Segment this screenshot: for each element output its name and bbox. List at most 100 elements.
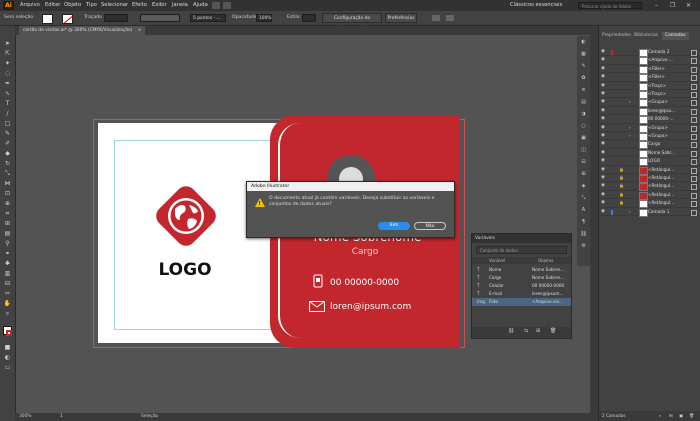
help-search-input[interactable]: Procurar ajuda do Adobe (578, 2, 642, 9)
screen-mode-icon[interactable]: ▭ (3, 364, 12, 372)
visibility-eye-icon[interactable]: ◉ (601, 182, 605, 190)
visibility-eye-icon[interactable]: ◉ (601, 82, 605, 90)
expand-arrow-icon[interactable]: › (629, 132, 631, 140)
variable-row[interactable]: T Celular 00 00000-0000 (472, 282, 571, 290)
visibility-eye-icon[interactable]: ◉ (601, 124, 605, 132)
target-icon[interactable] (691, 50, 697, 56)
target-icon[interactable] (691, 134, 697, 140)
variables-panel-icon[interactable]: ⚙ (580, 243, 587, 250)
delete-variable-icon[interactable]: 🗑 (550, 328, 556, 334)
arrange-documents-icon[interactable] (223, 2, 231, 9)
layer-row[interactable]: ◉ 🔒 <Retângul... (599, 191, 700, 200)
menu-efeito[interactable]: Efeito (132, 0, 147, 11)
pathfinder-panel-icon[interactable]: ◈ (580, 183, 587, 190)
layer-row[interactable]: ◉ 00 00000-... (599, 115, 700, 125)
menu-selecionar[interactable]: Selecionar (101, 0, 128, 11)
target-icon[interactable] (691, 92, 697, 98)
brushes-panel-icon[interactable]: ✎ (580, 63, 587, 70)
layer-row[interactable]: ◉ 🔒 <Retângul... (599, 199, 700, 209)
paintbrush-tool-icon[interactable]: ✎ (3, 130, 12, 138)
direct-selection-tool-icon[interactable]: ⇱ (3, 50, 12, 58)
locate-object-icon[interactable]: ⌕ (659, 411, 661, 421)
target-icon[interactable] (691, 108, 697, 115)
menu-arquivo[interactable]: Arquivo (20, 0, 40, 11)
close-window-icon[interactable]: ✕ (686, 0, 691, 11)
rectangle-tool-icon[interactable]: □ (3, 120, 12, 128)
expand-arrow-icon[interactable]: › (629, 98, 631, 106)
variables-tab[interactable]: Variáveis (472, 234, 571, 243)
graphic-style-select[interactable] (302, 14, 316, 22)
layer-row[interactable]: ◉ Cargo (599, 140, 700, 150)
expand-arrow-icon[interactable]: › (629, 124, 631, 132)
menu-exibir[interactable]: Exibir (152, 0, 167, 11)
paragraph-panel-icon[interactable]: ¶ (580, 219, 587, 226)
links-panel-icon[interactable]: ⛓ (580, 231, 587, 238)
visibility-eye-icon[interactable]: ◉ (601, 199, 605, 207)
lock-icon[interactable]: 🔒 (619, 174, 624, 182)
menu-janela[interactable]: Janela (172, 0, 188, 11)
minimize-icon[interactable]: – (655, 0, 658, 11)
variable-row[interactable]: T Cargo Nome Sobren... (472, 274, 571, 282)
visibility-eye-icon[interactable]: ◉ (601, 208, 605, 216)
target-icon[interactable] (691, 117, 697, 124)
transform-icon[interactable] (446, 15, 454, 21)
visibility-eye-icon[interactable]: ◉ (601, 157, 605, 165)
character-panel-icon[interactable]: A (580, 207, 587, 214)
blend-tool-icon[interactable]: ⚭ (3, 250, 12, 258)
variable-row[interactable]: T E-mail loren@ipsum... (472, 290, 571, 298)
layer-row[interactable]: ◉ › Camada 1 (599, 208, 700, 217)
layer-row[interactable]: ◉ Camada 2 (599, 48, 700, 57)
yes-button[interactable]: Sim (378, 222, 410, 230)
target-icon[interactable] (691, 167, 697, 174)
layer-row[interactable]: ◉ <Traço> (599, 90, 700, 99)
curvature-tool-icon[interactable]: ∿ (3, 90, 12, 98)
perspective-grid-tool-icon[interactable]: ⌗ (3, 210, 12, 218)
transparency-panel-icon[interactable]: ◑ (580, 111, 587, 118)
target-icon[interactable] (691, 201, 697, 208)
hand-tool-icon[interactable]: ✋ (3, 300, 12, 308)
variable-width-profile[interactable] (140, 14, 180, 22)
target-icon[interactable] (691, 125, 697, 132)
target-icon[interactable] (691, 209, 697, 216)
tab-libraries[interactable]: Bibliotecas (631, 32, 661, 40)
layer-row[interactable]: ◉ <Filler> (599, 73, 700, 83)
layer-row[interactable]: ◉ <Arquivo ... (599, 56, 700, 66)
lock-icon[interactable]: 🔒 (619, 191, 624, 199)
preferences-button[interactable]: Preferências (385, 13, 417, 23)
bridge-icon[interactable] (212, 2, 220, 9)
dataset-select[interactable]: Conjunto de dados (476, 246, 567, 254)
graphic-styles-panel-icon[interactable]: ▣ (580, 135, 587, 142)
target-icon[interactable] (691, 192, 697, 199)
drawing-mode-icon[interactable]: ◐ (3, 354, 12, 362)
menu-objeto[interactable]: Objeto (64, 0, 81, 11)
layer-row[interactable]: ◉ loren@ipsu... (599, 107, 700, 116)
new-layer-icon[interactable]: ▣ (679, 411, 683, 421)
brush-definition-select[interactable]: 5 pontos - ... (190, 14, 226, 22)
shape-builder-tool-icon[interactable]: ⊕ (3, 200, 12, 208)
appearance-panel-icon[interactable]: ○ (580, 123, 587, 130)
visibility-eye-icon[interactable]: ◉ (601, 48, 605, 56)
eyedropper-tool-icon[interactable]: ⚲ (3, 240, 12, 248)
layers-panel-icon[interactable]: ◫ (580, 147, 587, 154)
gradient-panel-icon[interactable]: ▤ (580, 99, 587, 106)
visibility-eye-icon[interactable]: ◉ (601, 140, 605, 148)
target-icon[interactable] (691, 159, 697, 166)
zoom-level[interactable]: 300% (19, 413, 32, 421)
stroke-color-icon[interactable] (6, 330, 12, 336)
workspace-switcher[interactable]: Clássicos essenciais (510, 0, 562, 11)
menu-ajuda[interactable]: Ajuda (193, 0, 208, 11)
visibility-eye-icon[interactable]: ◉ (601, 149, 605, 157)
target-icon[interactable] (691, 58, 697, 65)
symbol-sprayer-tool-icon[interactable]: ✱ (3, 260, 12, 268)
tab-properties[interactable]: Propriedades (599, 32, 634, 40)
opacity-input[interactable]: 100% (256, 14, 272, 22)
target-icon[interactable] (691, 184, 697, 191)
layer-row[interactable]: ◉ 🔒 <Retângul... (599, 182, 700, 192)
fill-swatch[interactable] (42, 14, 53, 24)
stroke-panel-icon[interactable]: ≡ (580, 87, 587, 94)
shaper-tool-icon[interactable]: ✐ (3, 140, 12, 148)
line-tool-icon[interactable]: / (3, 110, 12, 118)
visibility-eye-icon[interactable]: ◉ (601, 98, 605, 106)
layer-row[interactable]: ◉ <Filler> (599, 65, 700, 74)
visibility-eye-icon[interactable]: ◉ (601, 107, 605, 115)
